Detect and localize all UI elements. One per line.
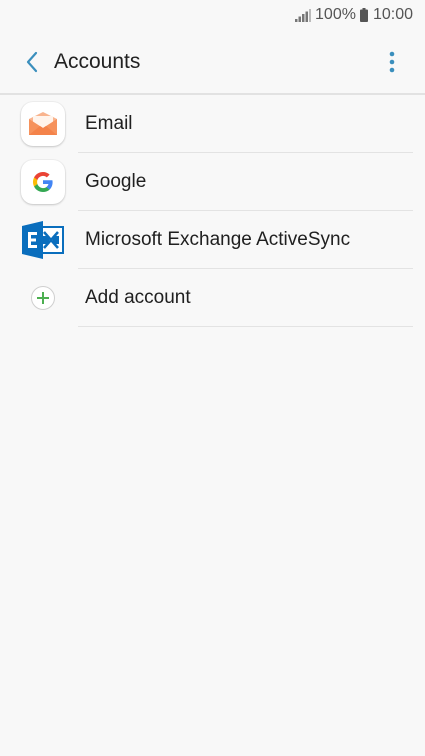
email-app-icon [21,102,65,146]
account-label: Google [85,171,147,192]
google-icon [21,160,65,204]
account-item-google[interactable]: Google [0,153,425,211]
signal-icon [295,8,312,22]
plus-icon [31,286,55,310]
account-label: Email [85,113,133,134]
chevron-left-icon [26,51,38,73]
battery-percent: 100% [315,6,356,23]
app-bar: Accounts [0,30,425,94]
account-item-email[interactable]: Email [0,95,425,153]
status-time: 10:00 [372,6,413,23]
account-list: Email Google Microsoft Exchange ActiveSy… [0,95,425,327]
page-title: Accounts [54,50,141,73]
account-label: Microsoft Exchange ActiveSync [85,229,351,250]
more-vertical-icon [389,51,395,73]
more-options-button[interactable] [377,42,407,82]
divider [78,326,413,327]
battery-icon [359,8,368,22]
add-account-button[interactable]: Add account [0,269,425,327]
exchange-icon [22,221,64,259]
account-label: Add account [85,287,191,308]
back-button[interactable] [14,42,50,82]
account-item-exchange[interactable]: Microsoft Exchange ActiveSync [0,211,425,269]
status-bar: 100% 10:00 [0,0,425,30]
